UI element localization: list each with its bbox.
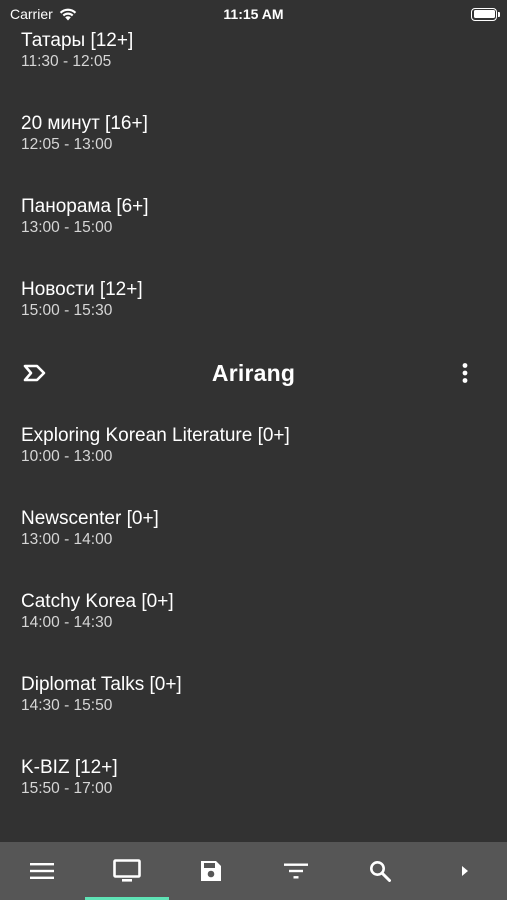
program-time: 14:00 - 14:30 xyxy=(21,614,113,631)
program-time: 15:00 - 15:30 xyxy=(21,302,113,319)
program-title: Newscenter [0+] xyxy=(21,508,159,529)
program-title: Catchy Korea [0+] xyxy=(21,591,174,612)
program-title: Татары [12+] xyxy=(21,30,134,51)
filter-icon xyxy=(284,863,308,879)
nav-saved-button[interactable] xyxy=(169,842,253,900)
program-title: Diplomat Talks [0+] xyxy=(21,674,182,695)
program-time: 15:50 - 17:00 xyxy=(21,780,113,797)
menu-icon xyxy=(30,863,54,879)
program-item[interactable]: 20 минут [16+] 12:05 - 13:00 xyxy=(0,113,507,196)
program-item[interactable]: Панорама [6+] 13:00 - 15:00 xyxy=(0,196,507,279)
play-arrow-icon xyxy=(462,866,468,876)
program-time: 12:05 - 13:00 xyxy=(21,136,113,153)
search-icon xyxy=(370,861,391,882)
program-title: Новости [12+] xyxy=(21,279,143,300)
program-item[interactable]: Exploring Korean Literature [0+] 10:00 -… xyxy=(0,425,507,508)
program-list-previous-channel: Татары [12+] 11:30 - 12:05 20 минут [16+… xyxy=(0,30,507,362)
more-vertical-icon[interactable] xyxy=(459,362,471,384)
program-item[interactable]: K-BIZ [12+] 15:50 - 17:00 xyxy=(0,757,507,840)
nav-menu-button[interactable] xyxy=(0,842,84,900)
program-item[interactable]: Catchy Korea [0+] 14:00 - 14:30 xyxy=(0,591,507,674)
channel-name: Arirang xyxy=(211,359,296,386)
program-item[interactable]: Diplomat Talks [0+] 14:30 - 15:50 xyxy=(0,674,507,757)
status-time: 11:15 AM xyxy=(223,6,284,22)
nav-search-button[interactable] xyxy=(338,842,422,900)
program-title: 20 минут [16+] xyxy=(21,113,148,134)
nav-more-button[interactable] xyxy=(423,842,507,900)
tv-icon xyxy=(113,859,141,882)
bottom-navigation xyxy=(0,842,507,900)
program-time: 13:00 - 15:00 xyxy=(21,219,113,236)
program-time: 10:00 - 13:00 xyxy=(21,448,113,465)
nav-filter-button[interactable] xyxy=(254,842,338,900)
program-item[interactable]: Newscenter [0+] 13:00 - 14:00 xyxy=(0,508,507,591)
program-item[interactable]: Татары [12+] 11:30 - 12:05 xyxy=(0,30,507,113)
save-icon xyxy=(201,861,221,881)
program-time: 14:30 - 15:50 xyxy=(21,697,113,714)
label-outline-icon[interactable] xyxy=(22,362,48,384)
program-list-arirang: Exploring Korean Literature [0+] 10:00 -… xyxy=(0,425,507,840)
program-title: Панорама [6+] xyxy=(21,196,149,217)
channel-header: Arirang xyxy=(0,346,507,400)
program-time: 11:30 - 12:05 xyxy=(21,53,112,70)
program-time: 13:00 - 14:00 xyxy=(21,531,113,548)
nav-tv-button[interactable] xyxy=(85,842,169,900)
program-title: K-BIZ [12+] xyxy=(21,757,118,778)
program-title: Exploring Korean Literature [0+] xyxy=(21,425,290,446)
